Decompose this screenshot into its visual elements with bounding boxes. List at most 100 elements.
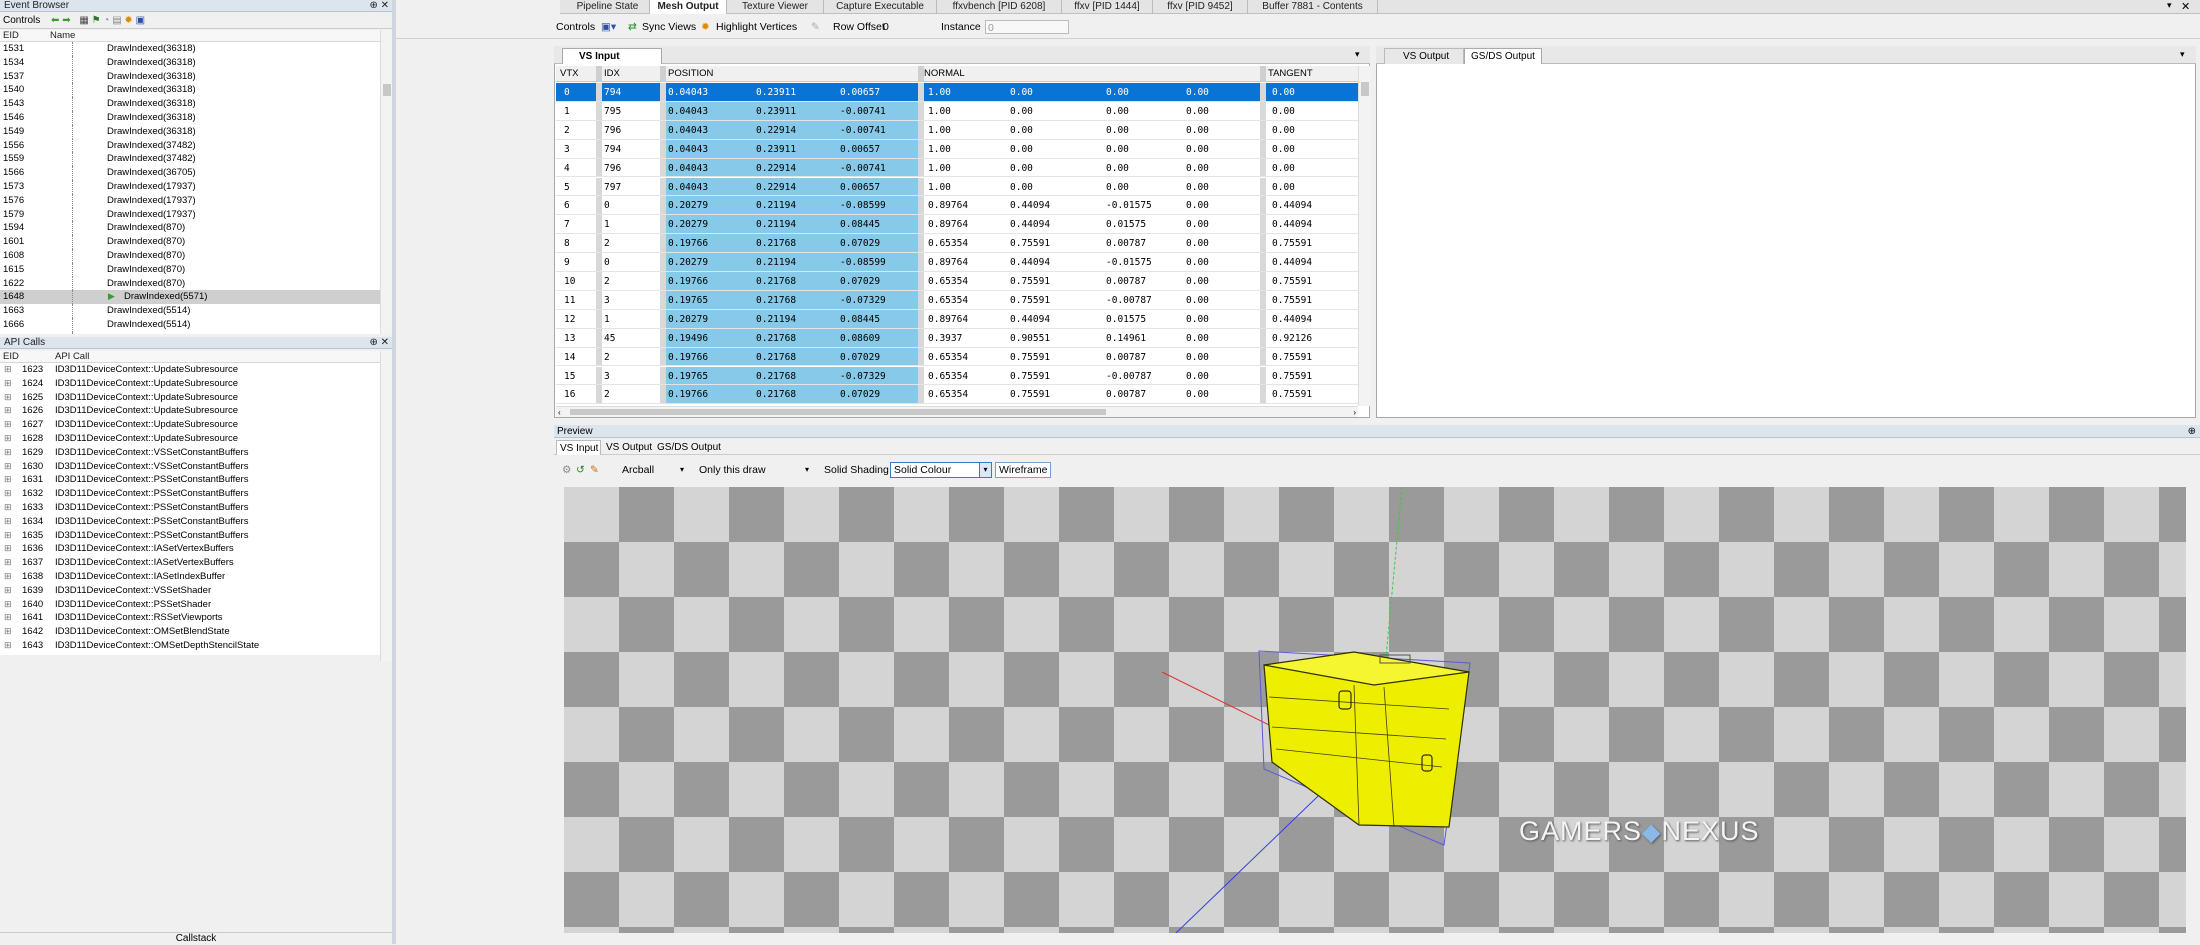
export-icon[interactable]: ▤ [112, 15, 121, 26]
expand-icon[interactable]: ⊞ [4, 446, 12, 460]
col-eid-header[interactable]: EID [3, 351, 19, 363]
scroll-right-icon[interactable]: › [1353, 407, 1356, 418]
doc-tab[interactable]: ffxv [PID 9452] [1153, 0, 1248, 14]
vertex-row[interactable]: 15 3 0.19765 0.21768 -0.07329 0.65354 0.75591 -… [556, 366, 1360, 386]
api-call-row[interactable]: ⊞ 1627 ID3D11DeviceContext::UpdateSubresou… [0, 418, 380, 432]
expand-icon[interactable]: ⊞ [4, 584, 12, 598]
event-row[interactable]: 1537 DrawIndexed(36318) [0, 69, 380, 84]
panel-menu-icon[interactable]: ▾ [1355, 49, 1360, 60]
doc-tab[interactable]: ffxvbench [PID 6208] [937, 0, 1062, 14]
vertex-row[interactable]: 7 1 0.20279 0.21194 0.08445 0.89764 0.44094 0.0… [556, 215, 1360, 235]
flycam-icon[interactable]: ✎ [590, 456, 599, 484]
tab-gs-ds-output[interactable]: GS/DS Output [1464, 48, 1542, 64]
vs-input-vscroll[interactable] [1358, 66, 1370, 406]
api-call-row[interactable]: ⊞ 1625 ID3D11DeviceContext::UpdateSubresou… [0, 391, 380, 405]
expand-icon[interactable]: ⊞ [4, 542, 12, 556]
column-separator[interactable] [596, 66, 602, 82]
event-row[interactable]: 1622 DrawIndexed(870) [0, 276, 380, 291]
api-call-row[interactable]: ⊞ 1624 ID3D11DeviceContext::UpdateSubresou… [0, 377, 380, 391]
panel-pin-close[interactable]: ⊕ ✕ [369, 0, 389, 12]
vertex-row[interactable]: 3 794 0.04043 0.23911 0.00657 1.00 0.00 0.00 0.0… [556, 139, 1360, 159]
close-icon[interactable]: ✕ [2181, 0, 2190, 13]
expand-icon[interactable]: ⊞ [4, 598, 12, 612]
event-row[interactable]: 1608 DrawIndexed(870) [0, 248, 380, 263]
api-call-row[interactable]: ⊞ 1628 ID3D11DeviceContext::UpdateSubresou… [0, 432, 380, 446]
doc-tab[interactable]: Pipeline State [566, 0, 650, 14]
draw-range-select[interactable]: Only this draw [699, 456, 809, 484]
api-list-scrollbar[interactable] [380, 351, 392, 661]
column-separator[interactable] [918, 66, 924, 82]
event-row[interactable]: 1615 DrawIndexed(870) [0, 262, 380, 277]
expand-icon[interactable]: ⊞ [4, 556, 12, 570]
api-call-row[interactable]: ⊞ 1635 ID3D11DeviceContext::PSSetConstantB… [0, 529, 380, 543]
vertex-row[interactable]: 5 797 0.04043 0.22914 0.00657 1.00 0.00 0.00 0.0… [556, 177, 1360, 197]
scroll-thumb[interactable] [1361, 82, 1369, 96]
chevron-down-icon[interactable]: ▾ [680, 456, 684, 484]
camera-settings-icon[interactable]: ⚙ [562, 456, 571, 484]
event-row[interactable]: 1566 DrawIndexed(36705) [0, 166, 380, 180]
bookmark-icon[interactable]: ⚑ [92, 15, 101, 26]
api-call-row[interactable]: ⊞ 1623 ID3D11DeviceContext::UpdateSubresou… [0, 363, 380, 377]
event-row[interactable]: 1576 DrawIndexed(17937) [0, 193, 380, 208]
vertex-row[interactable]: 6 0 0.20279 0.21194 -0.08599 0.89764 0.44094 -0… [556, 196, 1360, 216]
api-call-row[interactable]: ⊞ 1644 ID3D11DeviceContext::PSSetSamplers [0, 653, 380, 655]
scroll-thumb[interactable] [383, 84, 391, 96]
api-call-row[interactable]: ⊞ 1636 ID3D11DeviceContext::IASetVertexBuf… [0, 542, 380, 556]
vertex-row[interactable]: 2 796 0.04043 0.22914 -0.00741 1.00 0.00 0.00 0.… [556, 120, 1360, 140]
expand-icon[interactable]: ⊞ [4, 432, 12, 446]
vertex-row[interactable]: 14 2 0.19766 0.21768 0.07029 0.65354 0.75591 0.… [556, 347, 1360, 367]
api-call-row[interactable]: ⊞ 1626 ID3D11DeviceContext::UpdateSubresou… [0, 404, 380, 418]
api-call-row[interactable]: ⊞ 1643 ID3D11DeviceContext::OMSetDepthSten… [0, 639, 380, 653]
event-row[interactable]: 1543 DrawIndexed(36318) [0, 97, 380, 111]
api-call-row[interactable]: ⊞ 1640 ID3D11DeviceContext::PSSetShader [0, 598, 380, 612]
api-call-row[interactable]: ⊞ 1630 ID3D11DeviceContext::VSSetConstantB… [0, 460, 380, 474]
grid-header-idx[interactable]: IDX [604, 68, 620, 79]
vertex-row[interactable]: 10 2 0.19766 0.21768 0.07029 0.65354 0.75591 0.… [556, 272, 1360, 291]
vertical-splitter[interactable] [392, 0, 396, 944]
api-call-row[interactable]: ⊞ 1639 ID3D11DeviceContext::VSSetShader [0, 584, 380, 598]
event-list-scrollbar[interactable] [380, 30, 392, 334]
sync-views-icon[interactable]: ⇄ [628, 15, 637, 39]
forward-arrow-icon[interactable]: ➡ [62, 15, 70, 26]
expand-icon[interactable]: ⊞ [4, 570, 12, 584]
doc-tab[interactable]: Buffer 7881 - Contents [1248, 0, 1378, 14]
expand-icon[interactable]: ⊞ [4, 611, 12, 625]
doc-tab[interactable]: Capture Executable [824, 0, 937, 14]
highlight-vertices-icon[interactable]: ✹ [701, 15, 710, 39]
doc-tab[interactable]: ffxv [PID 1444] [1062, 0, 1153, 14]
chevron-down-icon[interactable]: ▾ [805, 456, 809, 484]
event-row[interactable]: 1573 DrawIndexed(17937) [0, 179, 380, 194]
expand-icon[interactable]: ⊞ [4, 653, 12, 655]
expand-icon[interactable]: ⊞ [4, 529, 12, 543]
grid-header-vtx[interactable]: VTX [560, 68, 578, 79]
event-row[interactable]: 1559 DrawIndexed(37482) [0, 152, 380, 167]
api-call-row[interactable]: ⊞ 1632 ID3D11DeviceContext::PSSetConstantB… [0, 487, 380, 501]
tab-dropdown-icon[interactable]: ▾ [2167, 0, 2172, 11]
preview-tab-gs-ds-output[interactable]: GS/DS Output [654, 440, 724, 455]
api-call-row[interactable]: ⊞ 1642 ID3D11DeviceContext::OMSetBlendStat… [0, 625, 380, 639]
panel-menu-icon[interactable]: ▾ [2180, 49, 2185, 60]
pin-icon[interactable]: ⊕ [2188, 425, 2196, 438]
api-call-row[interactable]: ⊞ 1634 ID3D11DeviceContext::PSSetConstantB… [0, 515, 380, 529]
expand-icon[interactable]: ⊞ [4, 460, 12, 474]
expand-icon[interactable]: ⊞ [4, 404, 12, 418]
wrench-icon[interactable]: ✎ [811, 15, 820, 39]
api-call-row[interactable]: ⊞ 1638 ID3D11DeviceContext::IASetIndexBuff… [0, 570, 380, 584]
event-row[interactable]: 1556 DrawIndexed(37482) [0, 138, 380, 153]
vertex-row[interactable]: 13 45 0.19496 0.21768 0.08609 0.3937 0.90551 0.… [556, 328, 1360, 348]
event-row[interactable]: 1663 DrawIndexed(5514) [0, 304, 380, 318]
back-arrow-icon[interactable]: ⬅ [51, 15, 59, 26]
expand-icon[interactable]: ⊞ [4, 473, 12, 487]
api-call-row[interactable]: ⊞ 1629 ID3D11DeviceContext::VSSetConstantB… [0, 446, 380, 460]
column-separator[interactable] [660, 66, 666, 82]
vertex-row[interactable]: 11 3 0.19765 0.21768 -0.07329 0.65354 0.75591 -… [556, 290, 1360, 310]
event-row[interactable]: 1594 DrawIndexed(870) [0, 221, 380, 236]
event-row[interactable]: 1669 DrawIndexed(5514) [0, 331, 380, 334]
col-name-header[interactable]: Name [50, 30, 75, 42]
save-icon[interactable]: ▣▾ [601, 15, 616, 39]
event-row[interactable]: 1534 DrawIndexed(36318) [0, 55, 380, 70]
api-call-row[interactable]: ⊞ 1641 ID3D11DeviceContext::RSSetViewports [0, 611, 380, 625]
grid-header-tangent[interactable]: TANGENT [1268, 68, 1313, 79]
event-row[interactable]: 1540 DrawIndexed(36318) [0, 83, 380, 98]
event-row[interactable]: 1666 DrawIndexed(5514) [0, 317, 380, 332]
